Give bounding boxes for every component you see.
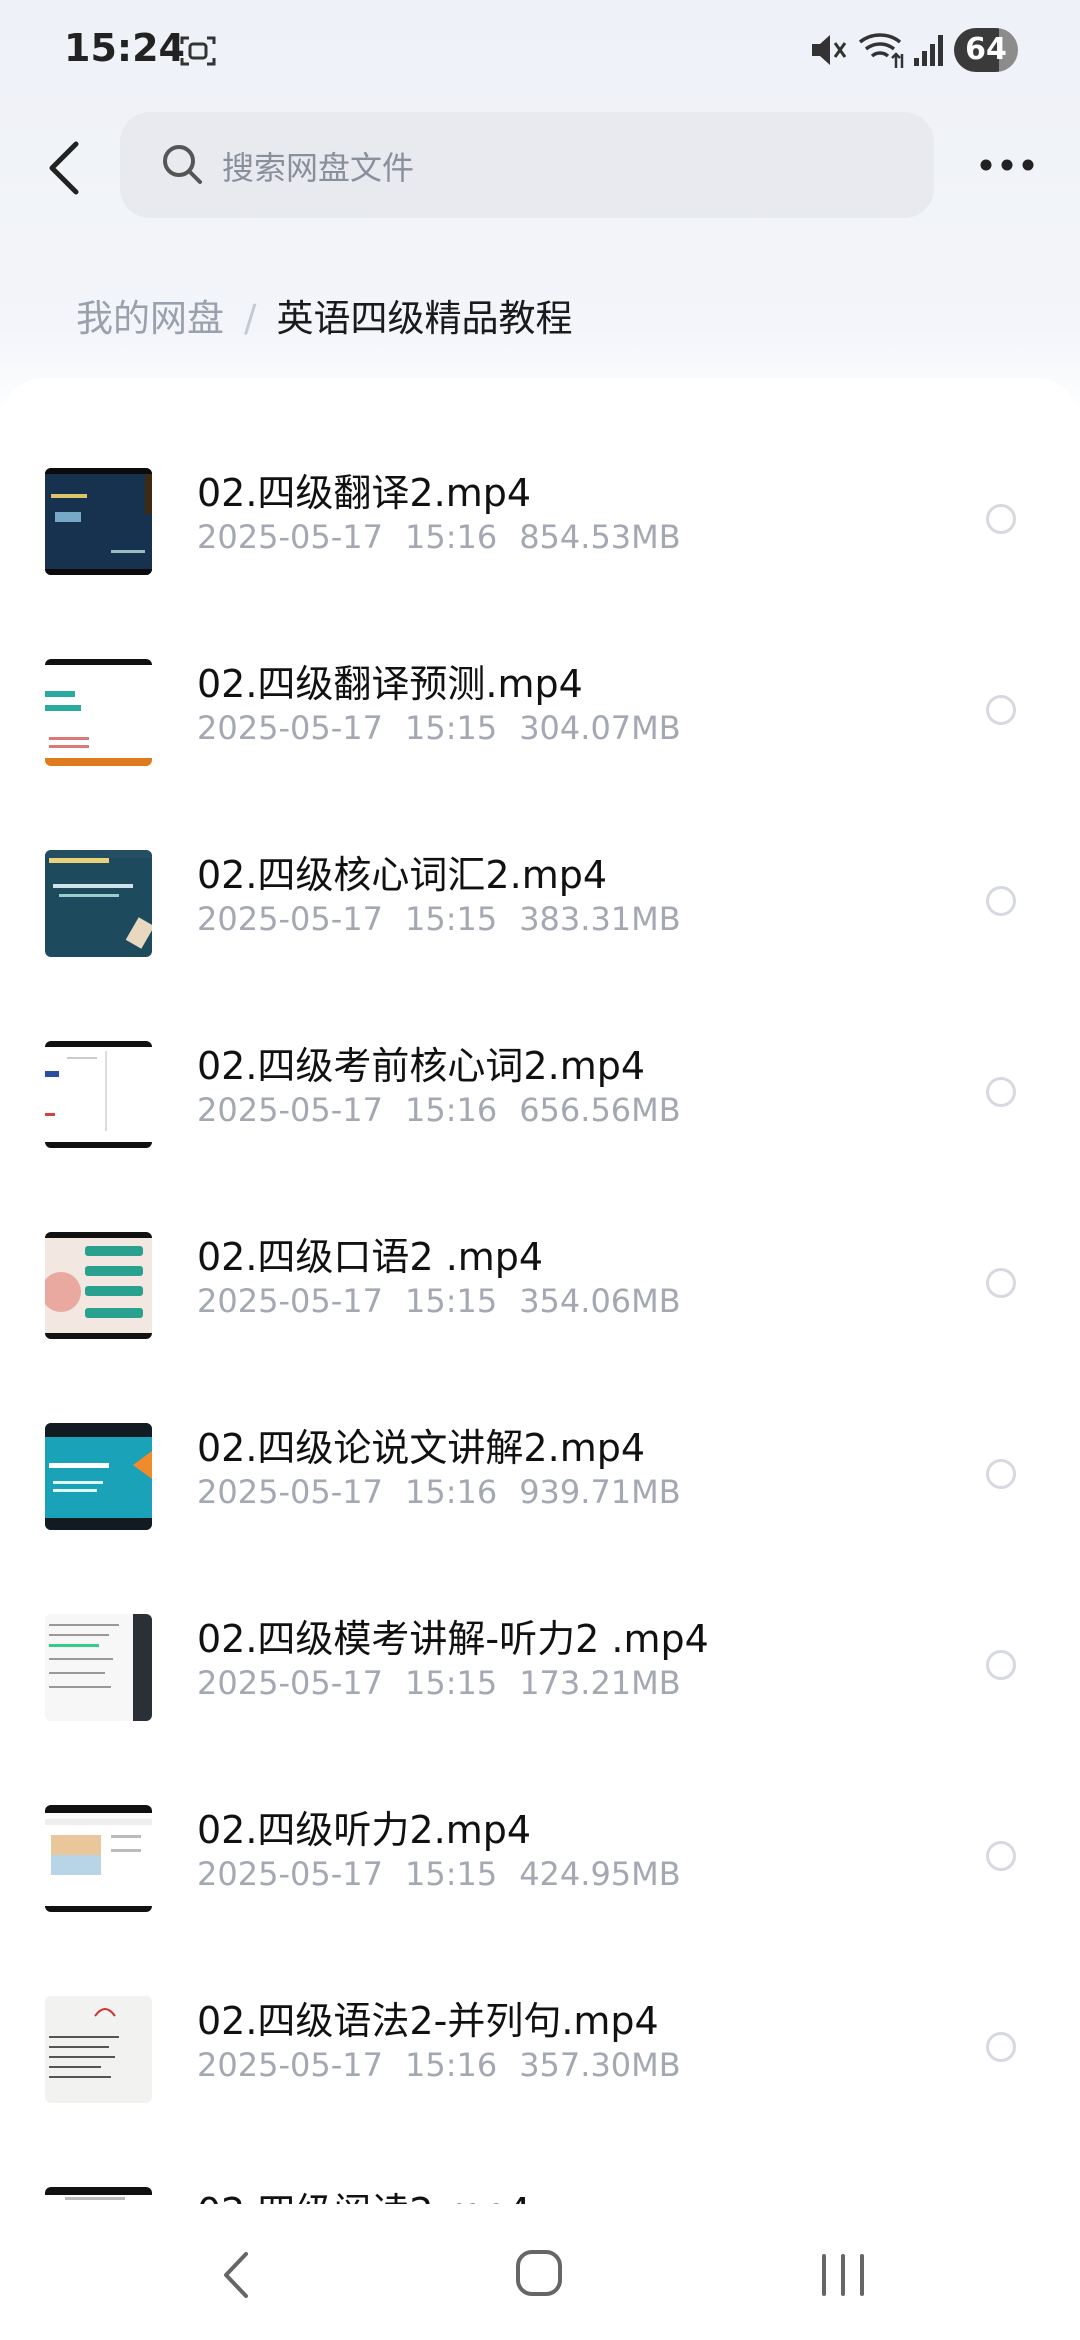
file-row[interactable]: 02.四级阅读2.mp4 [0, 2187, 1080, 2204]
video-thumbnail [45, 1041, 152, 1148]
file-name: 02.四级口语2 .mp4 [197, 1235, 544, 1279]
file-date: 2025-05-17 [197, 1855, 383, 1893]
file-time: 15:15 [404, 900, 498, 938]
video-thumbnail [45, 1614, 152, 1721]
more-options-icon[interactable] [978, 154, 1036, 176]
file-name: 02.四级听力2.mp4 [197, 1808, 532, 1852]
file-name: 02.四级核心词汇2.mp4 [197, 853, 608, 897]
status-time: 15:24 [64, 26, 185, 70]
file-date: 2025-05-17 [197, 900, 383, 938]
file-size: 424.95MB [519, 1855, 681, 1893]
file-meta: 2025-05-17 15:15 173.21MB [197, 1664, 681, 1702]
file-size: 383.31MB [519, 900, 681, 938]
nav-home-icon[interactable] [514, 2248, 564, 2298]
video-thumbnail [45, 1423, 152, 1530]
file-time: 15:15 [404, 709, 498, 747]
file-meta: 2025-05-17 15:15 383.31MB [197, 900, 681, 938]
nav-back-icon[interactable] [218, 2250, 254, 2300]
file-list: 02.四级翻译2.mp4 2025-05-17 15:16 854.53MB 02.… [0, 378, 1080, 2204]
video-thumbnail [45, 468, 152, 575]
file-time: 15:16 [404, 518, 498, 556]
file-name: 02.四级翻译2.mp4 [197, 471, 532, 515]
breadcrumb-current-folder: 英语四级精品教程 [276, 297, 573, 340]
file-date: 2025-05-17 [197, 1091, 383, 1129]
select-radio[interactable] [986, 2032, 1016, 2062]
select-radio[interactable] [986, 1459, 1016, 1489]
search-input[interactable]: 搜索网盘文件 [120, 112, 934, 218]
select-radio[interactable] [986, 504, 1016, 534]
breadcrumb-root[interactable]: 我的网盘 [76, 297, 224, 340]
file-name: 02.四级阅读2.mp4 [197, 2181, 531, 2204]
screenshot-icon [180, 36, 216, 66]
file-date: 2025-05-17 [197, 1282, 383, 1320]
file-meta: 2025-05-17 15:15 354.06MB [197, 1282, 681, 1320]
video-thumbnail [45, 1232, 152, 1339]
file-time: 15:15 [404, 1855, 498, 1893]
file-size: 173.21MB [519, 1664, 681, 1702]
file-name: 02.四级语法2-并列句.mp4 [197, 1999, 659, 2043]
select-radio[interactable] [986, 1077, 1016, 1107]
signal-icon [914, 35, 943, 66]
file-date: 2025-05-17 [197, 518, 383, 556]
file-date: 2025-05-17 [197, 1664, 383, 1702]
video-thumbnail [45, 2187, 152, 2204]
video-thumbnail [45, 850, 152, 957]
video-thumbnail [45, 1996, 152, 2103]
file-time: 15:16 [404, 1091, 498, 1129]
select-radio[interactable] [986, 886, 1016, 916]
video-thumbnail [45, 1805, 152, 1912]
file-row[interactable]: 02.四级口语2 .mp4 2025-05-17 15:15 354.06MB [0, 1232, 1080, 1423]
file-time: 15:15 [404, 1282, 498, 1320]
system-nav-bar [0, 2204, 1080, 2340]
file-name: 02.四级考前核心词2.mp4 [197, 1044, 646, 1088]
breadcrumb-separator: / [244, 297, 257, 340]
file-meta: 2025-05-17 15:16 656.56MB [197, 1091, 681, 1129]
file-row[interactable]: 02.四级语法2-并列句.mp4 2025-05-17 15:16 357.30MB [0, 1996, 1080, 2187]
nav-recent-apps-icon[interactable] [818, 2252, 868, 2298]
file-size: 354.06MB [519, 1282, 681, 1320]
file-row[interactable]: 02.四级翻译2.mp4 2025-05-17 15:16 854.53MB [0, 468, 1080, 659]
file-meta: 2025-05-17 15:15 304.07MB [197, 709, 681, 747]
search-placeholder: 搜索网盘文件 [222, 149, 415, 187]
file-meta: 2025-05-17 15:16 939.71MB [197, 1473, 681, 1511]
file-name: 02.四级翻译预测.mp4 [197, 662, 583, 706]
file-row[interactable]: 02.四级考前核心词2.mp4 2025-05-17 15:16 656.56MB [0, 1041, 1080, 1232]
file-date: 2025-05-17 [197, 1473, 383, 1511]
file-row[interactable]: 02.四级模考讲解-听力2 .mp4 2025-05-17 15:15 173.21… [0, 1614, 1080, 1805]
select-radio[interactable] [986, 1650, 1016, 1680]
select-radio[interactable] [986, 1268, 1016, 1298]
file-date: 2025-05-17 [197, 2046, 383, 2084]
file-meta: 2025-05-17 15:15 424.95MB [197, 1855, 681, 1893]
breadcrumb: 我的网盘 / 英语四级精品教程 [76, 288, 572, 342]
file-date: 2025-05-17 [197, 709, 383, 747]
file-row[interactable]: 02.四级翻译预测.mp4 2025-05-17 15:15 304.07MB [0, 659, 1080, 850]
search-icon [163, 145, 202, 184]
file-size: 304.07MB [519, 709, 681, 747]
file-name: 02.四级论说文讲解2.mp4 [197, 1426, 646, 1470]
file-meta: 2025-05-17 15:16 854.53MB [197, 518, 681, 556]
battery-indicator: 64 [954, 28, 1018, 72]
select-radio[interactable] [986, 1841, 1016, 1871]
status-bar: 15:24 64 [0, 0, 1080, 100]
back-arrow-icon[interactable] [44, 140, 84, 196]
file-row[interactable]: 02.四级听力2.mp4 2025-05-17 15:15 424.95MB [0, 1805, 1080, 1996]
file-size: 854.53MB [519, 518, 681, 556]
file-time: 15:16 [404, 2046, 498, 2084]
video-thumbnail [45, 659, 152, 766]
file-meta: 2025-05-17 15:16 357.30MB [197, 2046, 681, 2084]
file-size: 656.56MB [519, 1091, 681, 1129]
mute-icon [812, 35, 847, 65]
file-browser-screen: 15:24 64 搜索网盘文件 我的网盘 / 英语四级精品教程 02.四级翻译2… [0, 0, 1080, 2340]
file-time: 15:15 [404, 1664, 498, 1702]
wifi-icon [858, 33, 904, 68]
file-size: 357.30MB [519, 2046, 681, 2084]
file-row[interactable]: 02.四级核心词汇2.mp4 2025-05-17 15:15 383.31MB [0, 850, 1080, 1041]
select-radio[interactable] [986, 695, 1016, 725]
file-row[interactable]: 02.四级论说文讲解2.mp4 2025-05-17 15:16 939.71MB [0, 1423, 1080, 1614]
file-name: 02.四级模考讲解-听力2 .mp4 [197, 1617, 709, 1661]
file-size: 939.71MB [519, 1473, 681, 1511]
file-time: 15:16 [404, 1473, 498, 1511]
